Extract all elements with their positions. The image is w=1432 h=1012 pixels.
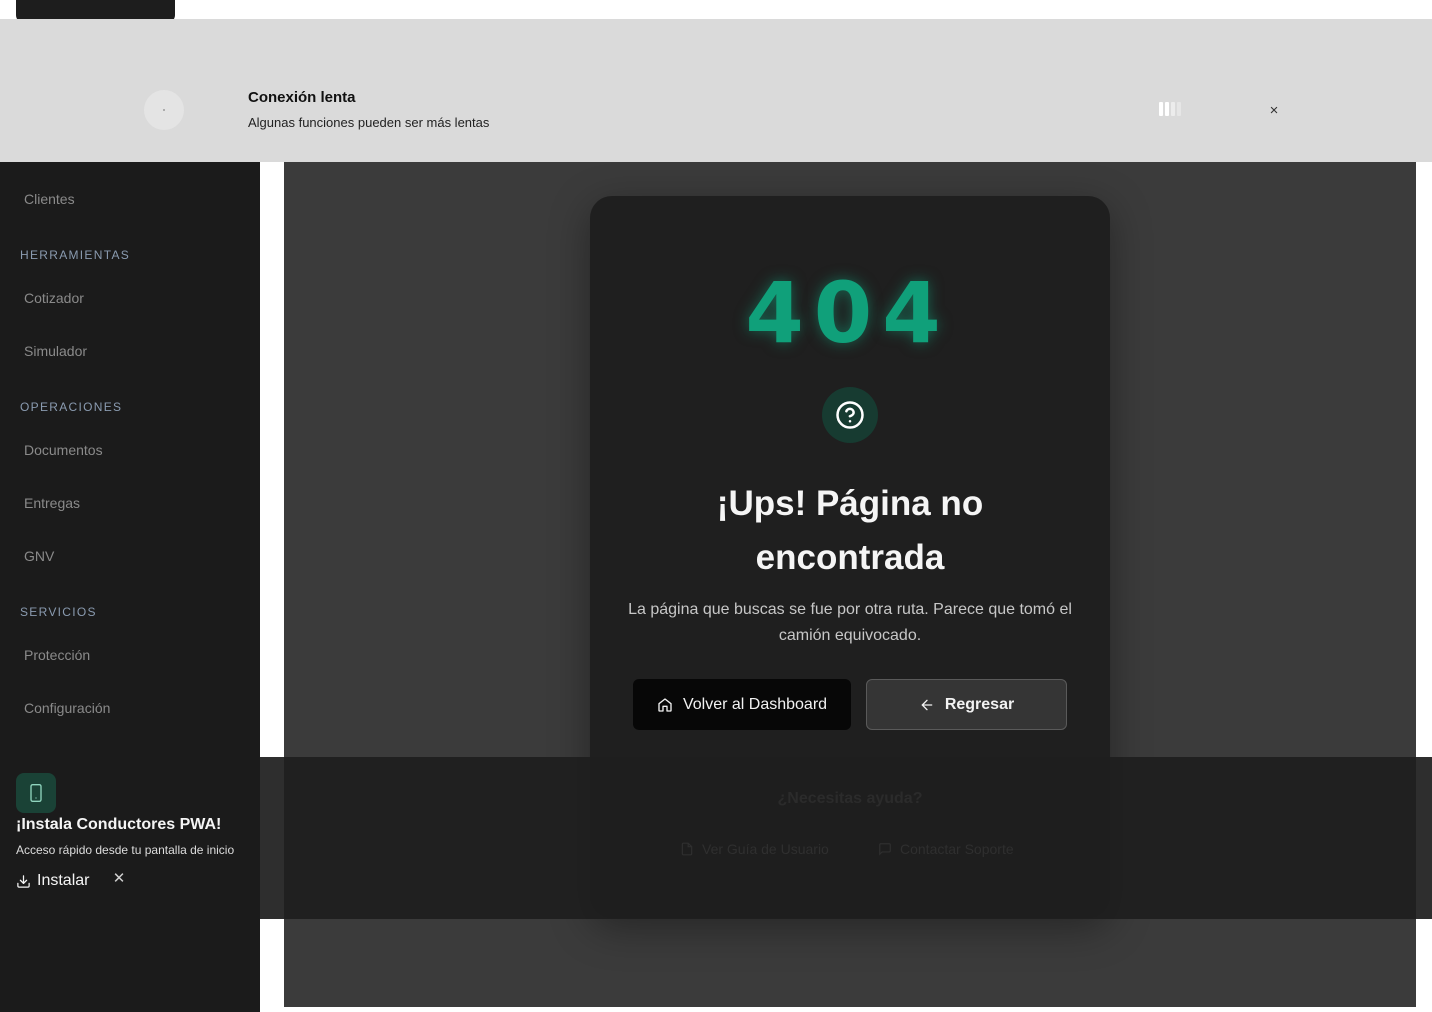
help-title: ¿Necesitas ayuda? <box>777 790 923 807</box>
help-circle-icon <box>822 387 878 443</box>
contact-support-label: Contactar Soporte <box>900 841 1014 857</box>
go-back-button[interactable]: Regresar <box>866 679 1067 730</box>
signal-bar <box>1159 102 1163 116</box>
contact-support-link[interactable]: Contactar Soporte <box>878 834 1014 864</box>
toast-subtitle: Algunas funciones pueden ser más lentas <box>248 115 490 130</box>
error-code-wrapper: 404 <box>0 268 1432 358</box>
slow-connection-toast: Conexión lenta Algunas funciones pueden … <box>0 19 1432 162</box>
install-label: Instalar <box>37 872 90 889</box>
pwa-title: ¡Instala Conductores PWA! <box>16 816 222 833</box>
back-to-dashboard-label: Volver al Dashboard <box>682 695 828 713</box>
sidebar-item-gnv[interactable]: GNV <box>24 548 54 564</box>
sidebar-section-operaciones: OPERACIONES <box>20 400 123 414</box>
sidebar-item-proteccion[interactable]: Protección <box>24 647 90 663</box>
user-guide-label: Ver Guía de Usuario <box>702 841 829 857</box>
signal-strength-icon <box>1159 102 1181 116</box>
message-icon <box>879 843 891 856</box>
user-guide-link[interactable]: Ver Guía de Usuario <box>680 834 829 864</box>
toast-title: Conexión lenta <box>248 89 356 106</box>
pwa-subtitle: Acceso rápido desde tu pantalla de inici… <box>16 843 235 857</box>
sidebar-section-servicios: SERVICIOS <box>20 605 97 619</box>
signal-bar <box>1165 102 1169 116</box>
arrow-left-icon <box>921 699 933 710</box>
smartphone-icon <box>16 773 56 813</box>
go-back-label: Regresar <box>944 695 1015 713</box>
signal-bar <box>1171 102 1175 116</box>
error-description: La página que buscas se fue por otra rut… <box>628 601 1072 644</box>
file-icon <box>681 842 693 856</box>
sidebar-item-clientes[interactable]: Clientes <box>24 191 75 207</box>
toast-close-button[interactable]: × <box>1264 101 1284 121</box>
back-to-dashboard-button[interactable]: Volver al Dashboard <box>633 679 851 730</box>
install-button[interactable]: Instalar <box>16 870 89 892</box>
app-page: Conexión lenta Algunas funciones pueden … <box>0 0 1432 1012</box>
sidebar-item-entregas[interactable]: Entregas <box>24 495 80 511</box>
signal-bar <box>1177 102 1181 116</box>
sidebar-item-documentos[interactable]: Documentos <box>24 442 103 458</box>
error-code: 404 <box>745 264 951 362</box>
connection-status-icon <box>144 90 184 130</box>
sidebar-item-configuracion[interactable]: Configuración <box>24 700 110 716</box>
sidebar-section-herramientas: HERRAMIENTAS <box>20 248 131 262</box>
install-banner-overlay <box>260 757 1432 919</box>
pwa-close-button[interactable]: ✕ <box>110 870 128 888</box>
page-title: ¡Ups! Página no encontrada <box>716 484 984 577</box>
home-icon <box>658 697 672 712</box>
download-icon <box>17 874 30 888</box>
